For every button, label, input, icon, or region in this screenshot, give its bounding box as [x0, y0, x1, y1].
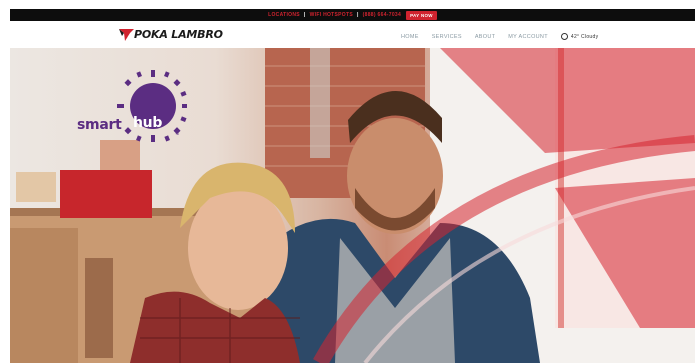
locations-link[interactable]: LOCATIONS — [268, 12, 300, 18]
brand-logo[interactable]: POKA LAMBRO — [118, 27, 223, 42]
nav-services[interactable]: SERVICES — [432, 34, 462, 40]
nav-about[interactable]: ABOUT — [475, 34, 495, 40]
main-header: POKA LAMBRO HOME SERVICES ABOUT MY ACCOU… — [10, 21, 695, 48]
smarthub-hub-text: hub — [133, 115, 163, 131]
utility-bar: LOCATIONS | WIFI HOTSPOTS | (888) 664-70… — [10, 9, 695, 21]
logo-text: POKA LAMBRO — [134, 28, 223, 41]
logo-mark-icon — [119, 28, 134, 41]
primary-nav: HOME SERVICES ABOUT MY ACCOUNT 42° Cloud… — [401, 33, 598, 40]
sun-logo-icon — [117, 70, 187, 142]
separator: | — [356, 12, 359, 18]
wifi-hotspots-link[interactable]: WIFI HOTSPOTS — [310, 12, 353, 18]
nav-my-account[interactable]: MY ACCOUNT — [508, 34, 548, 40]
weather-text: 42° Cloudy — [570, 33, 599, 40]
nav-home[interactable]: HOME — [401, 34, 419, 40]
separator: | — [303, 12, 306, 18]
trademark-mark: ™ — [175, 132, 179, 137]
weather-widget: 42° Cloudy — [560, 33, 599, 40]
hero-banner: smart hub ™ — [10, 48, 695, 363]
smarthub-smart-text: smart — [77, 117, 122, 133]
cloudy-icon — [560, 33, 568, 40]
pay-now-button[interactable]: PAY NOW — [406, 10, 437, 20]
phone-link[interactable]: (888) 664-7034 — [363, 12, 401, 18]
smarthub-logo[interactable]: smart hub ™ — [77, 70, 187, 145]
